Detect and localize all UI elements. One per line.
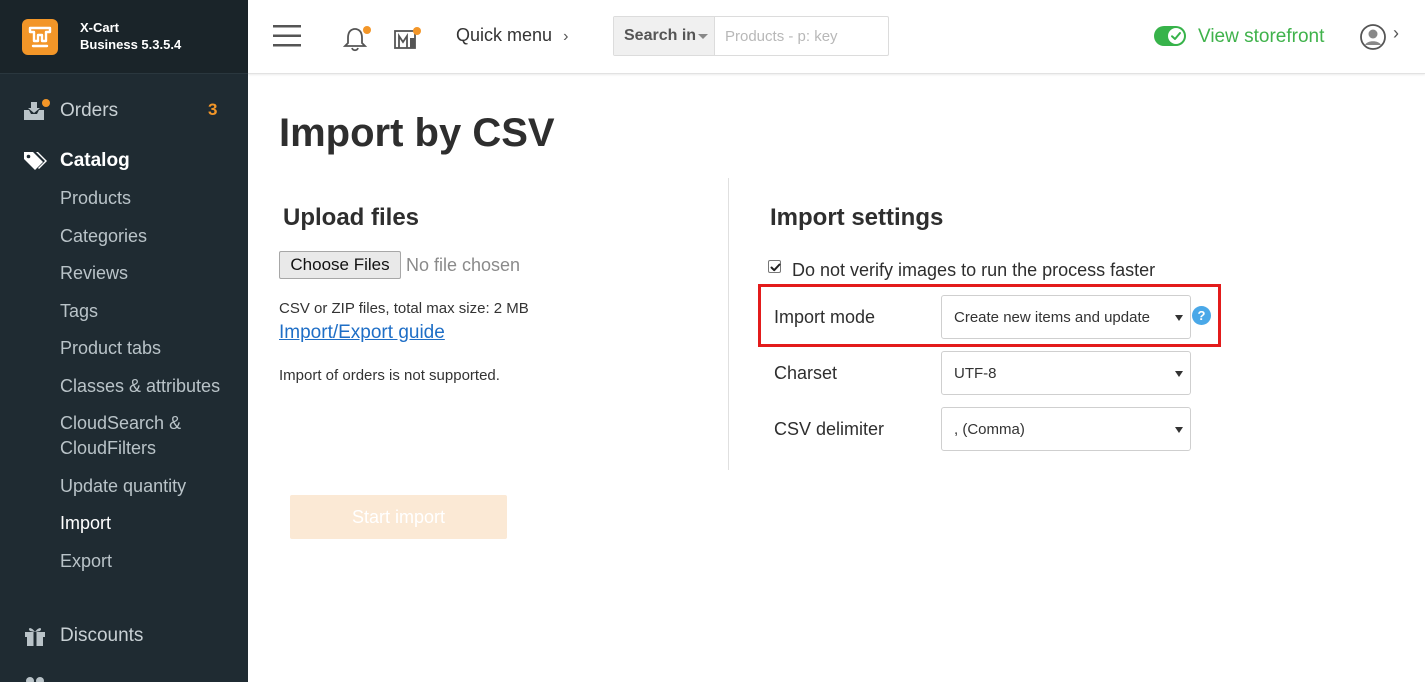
hamburger-menu-icon[interactable] — [273, 24, 301, 53]
sidebar-item-orders[interactable]: Orders 3 — [0, 91, 248, 131]
chevron-right-icon: › — [563, 28, 569, 45]
sidebar-item-discounts[interactable]: Discounts — [0, 616, 248, 656]
import-mode-value: Create new items and update — [954, 309, 1150, 326]
search-scope-dropdown[interactable]: Search in — [614, 17, 715, 55]
search-input[interactable] — [716, 17, 888, 55]
brand-name: X-Cart — [80, 20, 120, 35]
notifications-bell-icon[interactable] — [342, 24, 373, 52]
sidebar-item-label: Catalog — [60, 150, 130, 171]
brand-version: Business 5.3.5.4 — [80, 37, 182, 52]
checkmark-icon — [770, 263, 781, 272]
top-bar: Quick menu › Search in View storefront — [248, 0, 1425, 74]
orders-inbox-icon — [22, 99, 50, 123]
sidebar-item-catalog[interactable]: Catalog — [0, 141, 248, 181]
orders-not-supported-note: Import of orders is not supported. — [279, 367, 500, 384]
sidebar-subitem-product-tabs[interactable]: Product tabs — [60, 336, 161, 361]
sidebar-subitem-import[interactable]: Import — [60, 511, 111, 536]
sidebar: X-Cart Business 5.3.5.4 Orders 3 Catalog… — [0, 0, 248, 682]
checkmark-icon — [1171, 32, 1181, 40]
verify-images-checkbox[interactable] — [768, 260, 781, 273]
chevron-right-icon: › — [1393, 23, 1399, 43]
no-file-chosen-text: No file chosen — [406, 255, 521, 275]
charset-label: Charset — [774, 363, 838, 383]
page-title: Import by CSV — [279, 111, 555, 155]
sidebar-subitem-categories[interactable]: Categories — [60, 224, 147, 249]
caret-down-icon — [1175, 315, 1183, 321]
csv-delimiter-label: CSV delimiter — [774, 419, 885, 439]
help-question-icon[interactable]: ? — [1192, 306, 1211, 325]
upload-files-title: Upload files — [283, 204, 420, 231]
caret-down-icon — [1175, 427, 1183, 433]
orders-notification-dot — [42, 99, 50, 107]
tags-icon — [22, 149, 48, 173]
user-menu[interactable]: › — [1359, 23, 1405, 51]
sidebar-subitem-tags[interactable]: Tags — [60, 299, 98, 324]
sidebar-subitem-reviews[interactable]: Reviews — [60, 261, 128, 286]
import-mode-select[interactable]: Create new items and update — [941, 295, 1191, 339]
sidebar-subitem-cloudsearch[interactable]: CloudSearch & CloudFilters — [60, 411, 230, 461]
sidebar-subitem-classes-attributes[interactable]: Classes & attributes — [60, 374, 220, 399]
users-icon — [22, 672, 48, 682]
view-storefront-link[interactable]: View storefront — [1198, 26, 1324, 48]
sidebar-subitem-export[interactable]: Export — [60, 549, 112, 574]
verify-images-label: Do not verify images to run the process … — [792, 260, 1156, 280]
quick-menu-button[interactable]: Quick menu › — [456, 25, 568, 46]
sidebar-item-label: Orders — [60, 100, 119, 121]
bell-notification-dot — [363, 26, 371, 34]
sidebar-subitem-update-quantity[interactable]: Update quantity — [60, 474, 186, 499]
app-root: X-Cart Business 5.3.5.4 Orders 3 Catalog… — [0, 0, 1425, 682]
toggle-knob — [1168, 28, 1184, 44]
marketplace-notification-dot — [413, 27, 421, 35]
xcart-logo-icon[interactable] — [22, 19, 58, 55]
section-divider — [728, 178, 729, 470]
search-scope-label: Search in — [624, 27, 697, 44]
caret-down-icon — [698, 34, 708, 39]
gift-icon — [22, 624, 48, 648]
charset-value: UTF-8 — [954, 365, 997, 382]
charset-select[interactable]: UTF-8 — [941, 351, 1191, 395]
import-export-guide-link[interactable]: Import/Export guide — [279, 322, 445, 344]
marketplace-icon[interactable] — [393, 24, 423, 52]
storefront-toggle[interactable] — [1154, 26, 1186, 46]
sidebar-item-users[interactable] — [0, 664, 248, 682]
upload-help-text: CSV or ZIP files, total max size: 2 MB — [279, 300, 529, 317]
import-settings-title: Import settings — [770, 204, 944, 231]
quick-menu-label: Quick menu — [456, 25, 553, 45]
orders-count-badge: 3 — [208, 100, 218, 119]
user-avatar-icon — [1360, 24, 1386, 50]
start-import-button[interactable]: Start import — [290, 495, 507, 539]
choose-files-button[interactable]: Choose Files — [279, 251, 401, 279]
caret-down-icon — [1175, 371, 1183, 377]
sidebar-item-label: Discounts — [60, 625, 144, 646]
csv-delimiter-value: , (Comma) — [954, 421, 1025, 438]
import-mode-label: Import mode — [774, 307, 876, 327]
sidebar-subitem-products[interactable]: Products — [60, 186, 131, 211]
brand: X-Cart Business 5.3.5.4 — [0, 0, 248, 74]
csv-delimiter-select[interactable]: , (Comma) — [941, 407, 1191, 451]
search-box: Search in — [613, 16, 889, 56]
